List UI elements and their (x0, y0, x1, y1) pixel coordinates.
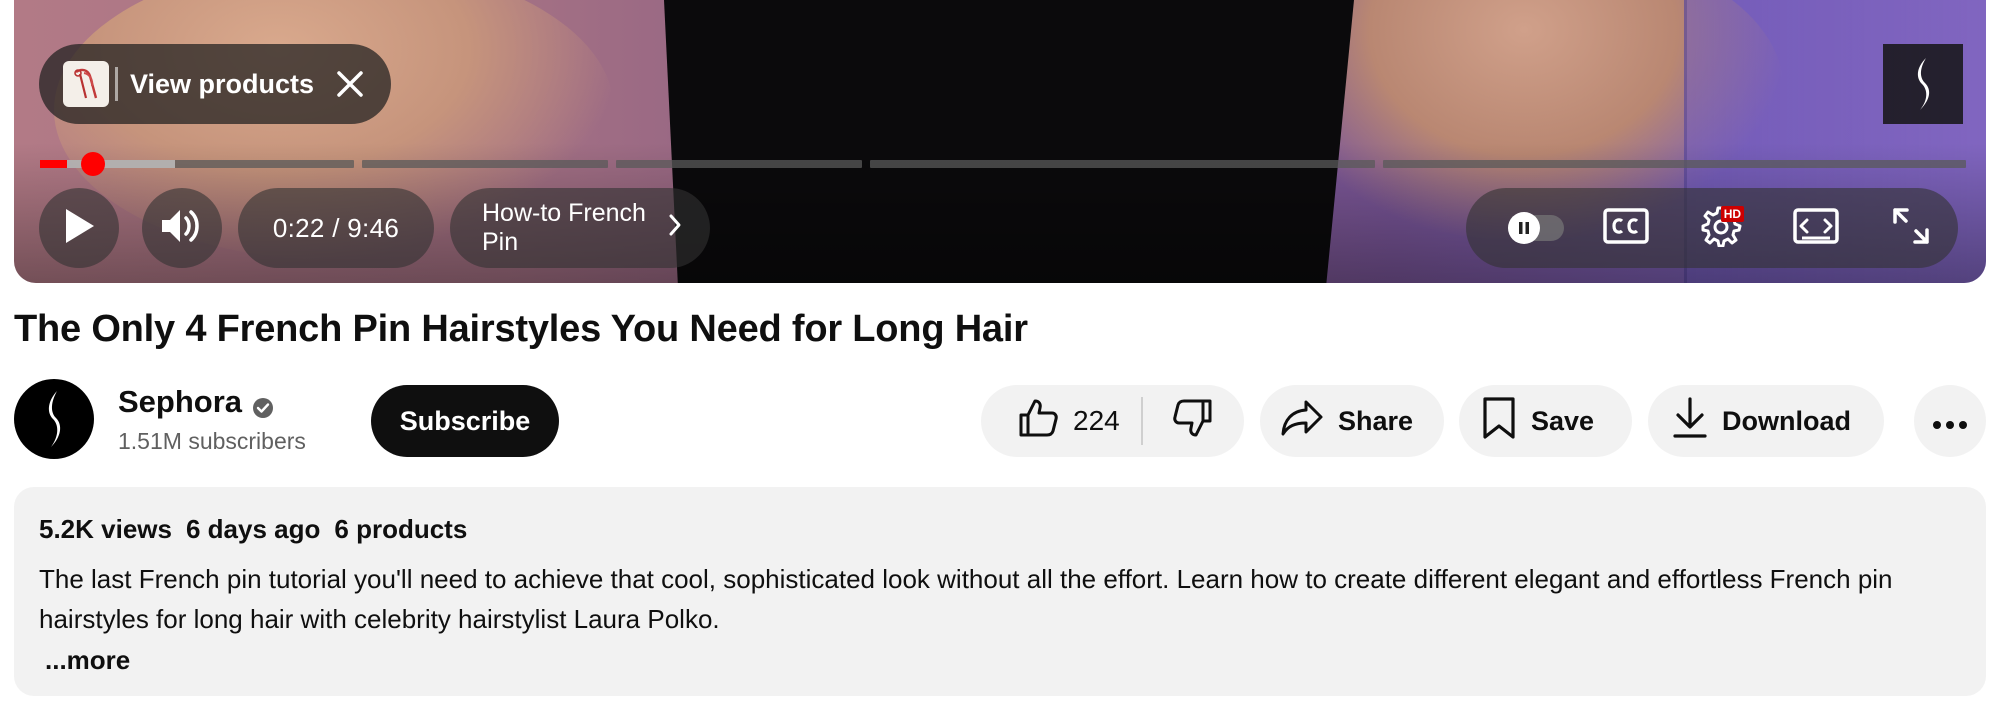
save-button[interactable]: Save (1459, 385, 1632, 457)
autoplay-toggle[interactable] (1494, 188, 1579, 268)
upload-age: 6 days ago (185, 514, 321, 544)
channel-name[interactable]: Sephora (118, 384, 274, 420)
video-player[interactable]: View products 0:22 / 9:46 How-to French … (14, 0, 1986, 283)
share-button[interactable]: Share (1260, 385, 1444, 457)
subscribe-button[interactable]: Subscribe (371, 385, 559, 457)
description-text: The last French pin tutorial you'll need… (39, 564, 1893, 634)
chevron-right-icon (658, 213, 682, 244)
autoplay-toggle-track (1508, 212, 1565, 244)
bookmark-icon (1481, 396, 1517, 447)
fullscreen-icon (1891, 206, 1931, 251)
right-controls: HD (1466, 188, 1958, 268)
theater-mode-icon (1793, 207, 1839, 249)
products-count[interactable]: 6 products (334, 514, 467, 545)
theater-mode-button[interactable] (1768, 188, 1863, 268)
time-total: 9:46 (347, 212, 400, 243)
captions-icon (1603, 207, 1650, 249)
time-separator: / (324, 212, 348, 243)
mute-button[interactable] (142, 188, 222, 268)
progress-chapter-segment[interactable] (616, 160, 863, 168)
progress-played (40, 160, 67, 168)
subscriber-count: 1.51M subscribers (118, 428, 306, 454)
sephora-watermark-icon[interactable] (1883, 44, 1963, 124)
close-icon[interactable] (334, 68, 366, 100)
thumbs-down-icon (1172, 397, 1214, 446)
product-thumb-icon (63, 61, 109, 107)
download-icon (1672, 396, 1708, 447)
chapter-title: How-to French Pin (482, 199, 646, 256)
like-button[interactable]: 224 (981, 385, 1141, 457)
channel-avatar[interactable] (14, 379, 94, 459)
video-title: The Only 4 French Pin Hairstyles You Nee… (14, 308, 1028, 350)
view-products-chip[interactable]: View products (39, 44, 391, 124)
thumbs-up-icon (1017, 397, 1059, 446)
play-icon (62, 207, 96, 250)
share-label: Share (1338, 405, 1414, 436)
verified-badge-icon (252, 391, 274, 418)
description-box[interactable]: 5.2K views 6 days ago 6 products The las… (14, 487, 1986, 696)
volume-icon (160, 206, 204, 251)
dislike-button[interactable] (1143, 385, 1243, 457)
play-button[interactable] (39, 188, 119, 268)
view-count: 5.2K views (39, 514, 172, 544)
like-dislike-group: 224 (981, 385, 1244, 457)
download-label: Download (1722, 405, 1851, 436)
settings-button[interactable]: HD (1674, 188, 1769, 268)
progress-chapter-segment[interactable] (870, 160, 1375, 168)
time-current: 0:22 (272, 212, 325, 243)
view-products-label: View products (130, 68, 315, 99)
progress-bar[interactable] (40, 152, 1966, 176)
chip-divider (115, 67, 118, 101)
progress-scrubber[interactable] (80, 152, 105, 176)
more-horizontal-icon (1932, 406, 1968, 437)
more-actions-button[interactable] (1914, 385, 1986, 457)
save-label: Save (1531, 405, 1595, 436)
show-more-link[interactable]: ...more (45, 645, 130, 676)
share-icon (1280, 398, 1324, 445)
channel-name-text: Sephora (118, 384, 243, 419)
time-display: 0:22 / 9:46 (238, 188, 434, 268)
chapter-button[interactable]: How-to French Pin (450, 188, 710, 268)
like-count: 224 (1073, 405, 1120, 436)
progress-chapter-segment[interactable] (1382, 160, 1966, 168)
fullscreen-button[interactable] (1863, 188, 1958, 268)
description-meta: 5.2K views 6 days ago 6 products (39, 514, 1962, 545)
captions-button[interactable] (1579, 188, 1674, 268)
download-button[interactable]: Download (1648, 385, 1884, 457)
hd-badge: HD (1720, 206, 1745, 222)
progress-chapter-segment[interactable] (361, 160, 608, 168)
autoplay-toggle-icon (1508, 212, 1541, 244)
